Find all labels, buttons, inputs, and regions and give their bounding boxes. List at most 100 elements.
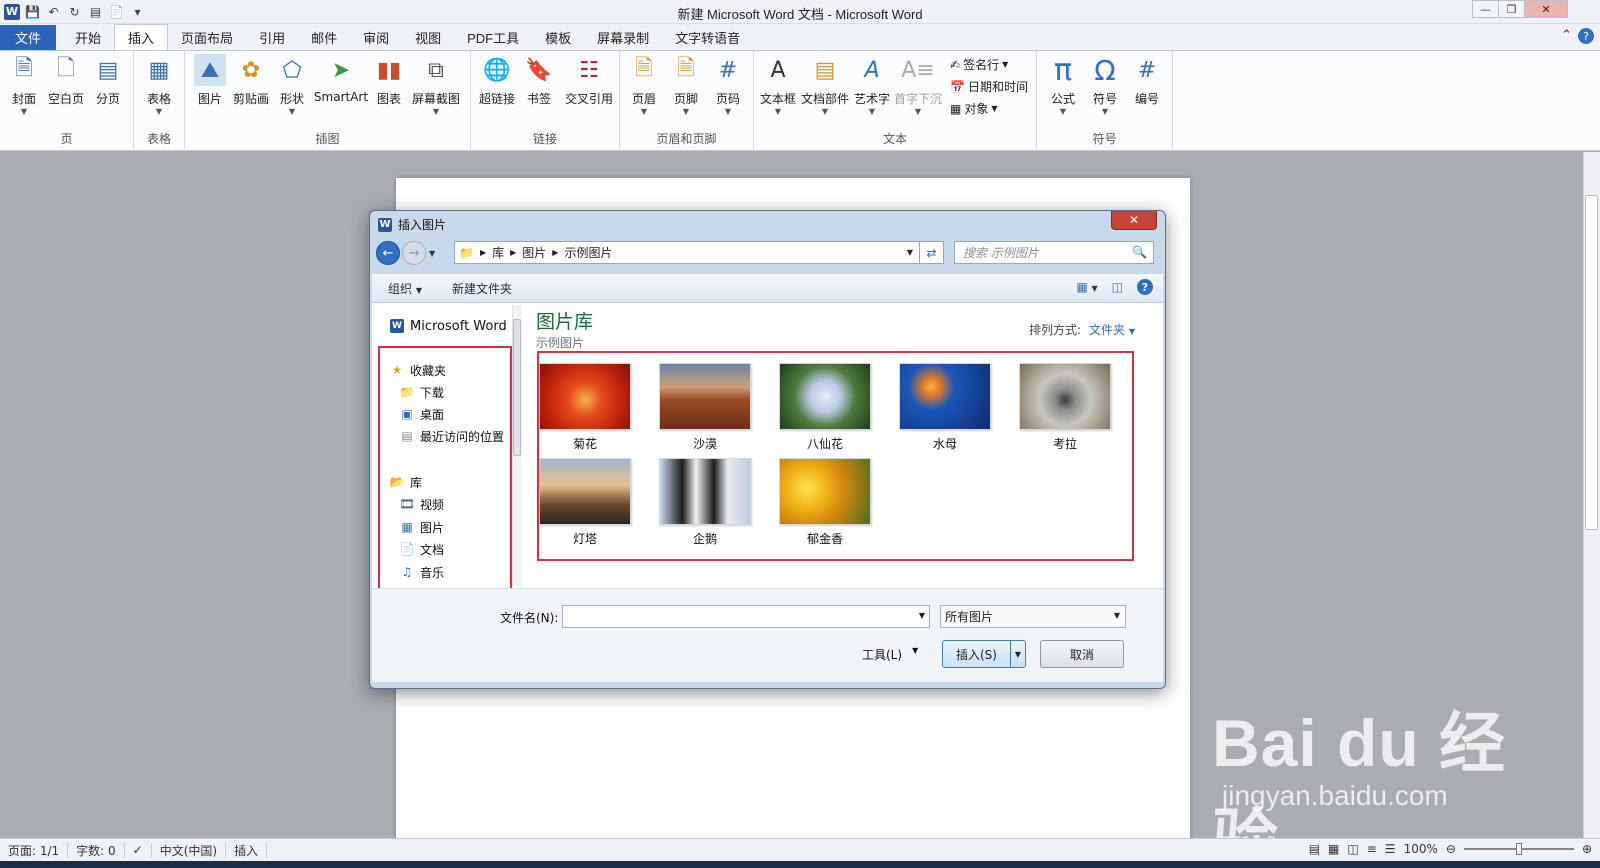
picture-button[interactable]: ⛰ 图片 — [188, 54, 232, 107]
equation-button[interactable]: π 公式 ▼ — [1041, 53, 1085, 117]
file-type-dropdown-icon[interactable]: ▼ — [1114, 611, 1120, 620]
new-folder-button[interactable]: 新建文件夹 — [452, 280, 512, 297]
file-type-select[interactable]: 所有图片 ▼ — [940, 605, 1126, 628]
symbol-button[interactable]: Ω 符号 ▼ — [1083, 54, 1127, 117]
tab-file[interactable]: 文件 — [0, 25, 57, 50]
filename-dropdown-icon[interactable]: ▼ — [919, 611, 925, 620]
tab-pdf-tools[interactable]: PDF工具 — [454, 25, 532, 50]
group-text: A 文本框 ▼ ▤ 文档部件 ▼ A 艺术字 ▼ A≡ 首字下沉 ▼ ✍ 签名行 ▼ 📅 日期和时间 … — [754, 51, 1037, 151]
address-bar[interactable]: 📁 ▶ 库 ▶ 图片 ▶ 示例图片 ▼ — [454, 241, 920, 264]
date-time-button[interactable]: 📅 日期和时间 — [950, 78, 1028, 95]
help-icon[interactable]: ? — [1578, 28, 1594, 44]
minimize-icon[interactable]: — — [1472, 0, 1499, 18]
zoom-level[interactable]: 100% — [1404, 842, 1438, 856]
cross-reference-button[interactable]: ☷ 交叉引用 — [561, 54, 617, 107]
tab-view[interactable]: 视图 — [402, 25, 454, 50]
cover-page-button[interactable]: 🗎 封面 ▼ — [2, 54, 46, 116]
arrange-by-dropdown[interactable]: 文件夹 ▼ — [1089, 323, 1135, 337]
zoom-in-icon[interactable]: ⊕ — [1582, 842, 1592, 856]
footer-button[interactable]: 🗎 页脚 ▼ — [664, 54, 708, 116]
signature-line-button[interactable]: ✍ 签名行 ▼ — [950, 56, 1008, 73]
organize-button[interactable]: 组织 ▼ — [388, 280, 422, 297]
table-button[interactable]: ▦ 表格 ▼ — [137, 54, 181, 117]
vertical-scroll-thumb[interactable] — [1585, 195, 1598, 530]
breadcrumb-libraries[interactable]: ▶ 库 — [480, 244, 504, 261]
address-dropdown-icon[interactable]: ▼ — [907, 248, 913, 257]
search-input[interactable]: 搜索 示例图片 🔍 — [954, 241, 1154, 264]
nav-item-microsoft-word[interactable]: W Microsoft Word — [390, 316, 507, 336]
tab-references[interactable]: 引用 — [246, 25, 298, 50]
refresh-icon[interactable]: ⇄ — [920, 241, 944, 264]
proofing-icon[interactable]: ✓ — [125, 842, 152, 858]
nav-scroll-thumb[interactable] — [513, 319, 521, 456]
web-layout-view-icon[interactable]: ◫ — [1347, 842, 1358, 856]
footer-icon: 🗎 — [677, 56, 695, 81]
cover-page-icon: 🗎 — [15, 56, 33, 81]
status-mode[interactable]: 插入 — [226, 842, 268, 858]
hyperlink-button[interactable]: 🌐 超链接 — [475, 54, 519, 107]
recent-pages-chevron-icon[interactable]: ▼ — [429, 249, 435, 258]
help-icon[interactable]: ? — [1137, 279, 1153, 295]
shapes-icon: ⬠ — [282, 57, 302, 83]
breadcrumb-sample-pictures[interactable]: ▶ 示例图片 — [552, 244, 612, 261]
insert-dropdown-icon[interactable]: ▼ — [1011, 641, 1025, 667]
collapse-ribbon-icon[interactable]: ⌃ — [1561, 28, 1572, 44]
filename-input[interactable]: ▼ — [562, 605, 930, 628]
smartart-button[interactable]: ➤ SmartArt — [313, 54, 369, 105]
tab-text-to-speech[interactable]: 文字转语音 — [662, 25, 753, 50]
tab-page-layout[interactable]: 页面布局 — [168, 25, 246, 50]
search-icon[interactable]: 🔍 — [1132, 245, 1147, 259]
window-controls: — ❐ ✕ — [1472, 0, 1568, 18]
screenshot-icon: ⧉ — [428, 57, 444, 83]
blank-page-icon: 🗋 — [57, 56, 75, 81]
close-icon[interactable]: ✕ — [1524, 0, 1568, 18]
tab-mailings[interactable]: 邮件 — [298, 25, 350, 50]
print-layout-view-icon[interactable]: ▤ — [1309, 842, 1320, 856]
textbox-button[interactable]: A 文本框 ▼ — [756, 54, 800, 117]
insert-button[interactable]: 插入(S) ▼ — [942, 640, 1026, 668]
bookmark-button[interactable]: 🔖 书签 — [517, 54, 561, 107]
tab-templates[interactable]: 模板 — [532, 25, 584, 50]
quick-parts-button[interactable]: ▤ 文档部件 ▼ — [800, 54, 850, 117]
wordart-button[interactable]: A 艺术字 ▼ — [850, 54, 894, 117]
back-arrow-icon[interactable]: ← — [376, 241, 400, 265]
library-title: 图片库 — [536, 312, 594, 333]
status-words[interactable]: 字数: 0 — [68, 842, 125, 858]
status-page[interactable]: 页面: 1/1 — [0, 842, 69, 858]
tab-insert[interactable]: 插入 — [114, 24, 169, 50]
zoom-out-icon[interactable]: ⊖ — [1446, 842, 1456, 856]
tab-screen-recording[interactable]: 屏幕录制 — [584, 25, 662, 50]
tab-home[interactable]: 开始 — [62, 25, 114, 50]
zoom-slider[interactable] — [1463, 843, 1574, 855]
number-icon: # — [1137, 57, 1157, 83]
draft-view-icon[interactable]: ☰ — [1385, 842, 1396, 856]
chart-button[interactable]: ▮▮ 图表 — [367, 54, 411, 107]
object-button[interactable]: ▦ 对象 ▼ — [950, 100, 998, 117]
cancel-button[interactable]: 取消 — [1040, 640, 1124, 668]
table-icon: ▦ — [148, 57, 170, 83]
outline-view-icon[interactable]: ≡ — [1367, 842, 1377, 856]
ribbon-right-controls: ⌃ ? — [1561, 28, 1594, 44]
tools-button[interactable]: 工具(L) ▼ — [862, 646, 918, 663]
arrange-by: 排列方式: 文件夹 ▼ — [1028, 323, 1135, 337]
restore-icon[interactable]: ❐ — [1498, 0, 1525, 18]
page-break-button[interactable]: ▤ 分页 — [86, 54, 130, 107]
page-number-button[interactable]: # 页码 ▼ — [706, 54, 750, 117]
drop-cap-button[interactable]: A≡ 首字下沉 ▼ — [894, 54, 942, 117]
preview-pane-icon[interactable]: ◫ — [1112, 280, 1123, 294]
number-button[interactable]: # 编号 — [1125, 54, 1169, 107]
blank-page-button[interactable]: 🗋 空白页 — [44, 54, 88, 107]
view-options-icon[interactable]: ▦ ▼ — [1076, 280, 1097, 294]
screenshot-button[interactable]: ⧉ 屏幕截图 ▼ — [409, 54, 463, 117]
status-language[interactable]: 中文(中国) — [152, 842, 227, 858]
full-screen-view-icon[interactable]: ▦ — [1328, 842, 1339, 856]
clipart-button[interactable]: ✿ 剪贴画 — [229, 54, 273, 107]
breadcrumb-pictures[interactable]: ▶ 图片 — [510, 244, 546, 261]
shapes-button[interactable]: ⬠ 形状 ▼ — [270, 54, 314, 117]
dialog-close-button[interactable]: ✕ — [1111, 211, 1157, 230]
header-button[interactable]: 🗎 页眉 ▼ — [622, 54, 666, 116]
tab-review[interactable]: 审阅 — [350, 25, 402, 50]
forward-arrow-icon[interactable]: → — [402, 241, 426, 265]
signature-icon: ✍ — [950, 57, 961, 72]
library-subtitle: 示例图片 — [536, 336, 585, 350]
